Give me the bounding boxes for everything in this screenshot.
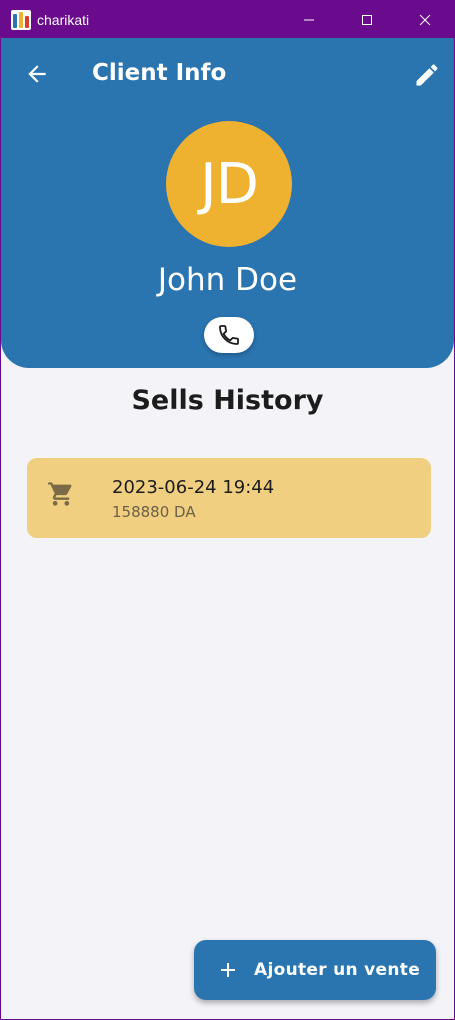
arrow-left-icon <box>28 65 46 83</box>
maximize-icon <box>362 14 372 25</box>
pencil-icon <box>416 64 438 86</box>
edit-client-button[interactable] <box>410 58 444 92</box>
phone-icon <box>219 325 239 345</box>
page-title: Client Info <box>92 60 227 86</box>
minimize-button[interactable] <box>280 1 338 38</box>
sale-amount: 158880 DA <box>112 503 196 521</box>
window-title: charikati <box>37 11 90 28</box>
sells-history-title: Sells History <box>131 385 324 416</box>
app-window: charikati Client Info JD John Doe Sells … <box>0 0 455 1020</box>
app-logo-icon <box>11 9 31 30</box>
minimize-icon <box>304 19 314 20</box>
close-icon <box>419 14 431 25</box>
plus-icon <box>221 963 235 977</box>
client-name: John Doe <box>157 262 298 298</box>
cart-icon <box>48 482 72 506</box>
sale-list-item[interactable]: 2023-06-24 19:44 158880 DA <box>27 458 431 538</box>
call-button[interactable] <box>204 317 254 353</box>
add-sale-button[interactable]: Ajouter un vente <box>194 940 436 1000</box>
sale-date: 2023-06-24 19:44 <box>112 477 275 498</box>
window-titlebar[interactable]: charikati <box>1 1 454 38</box>
add-sale-label: Ajouter un vente <box>254 960 421 980</box>
client-header: Client Info JD John Doe <box>1 38 454 368</box>
window-controls <box>280 1 454 38</box>
close-button[interactable] <box>396 1 454 38</box>
avatar: JD <box>166 121 292 247</box>
maximize-button[interactable] <box>338 1 396 38</box>
back-button[interactable] <box>21 58 53 90</box>
